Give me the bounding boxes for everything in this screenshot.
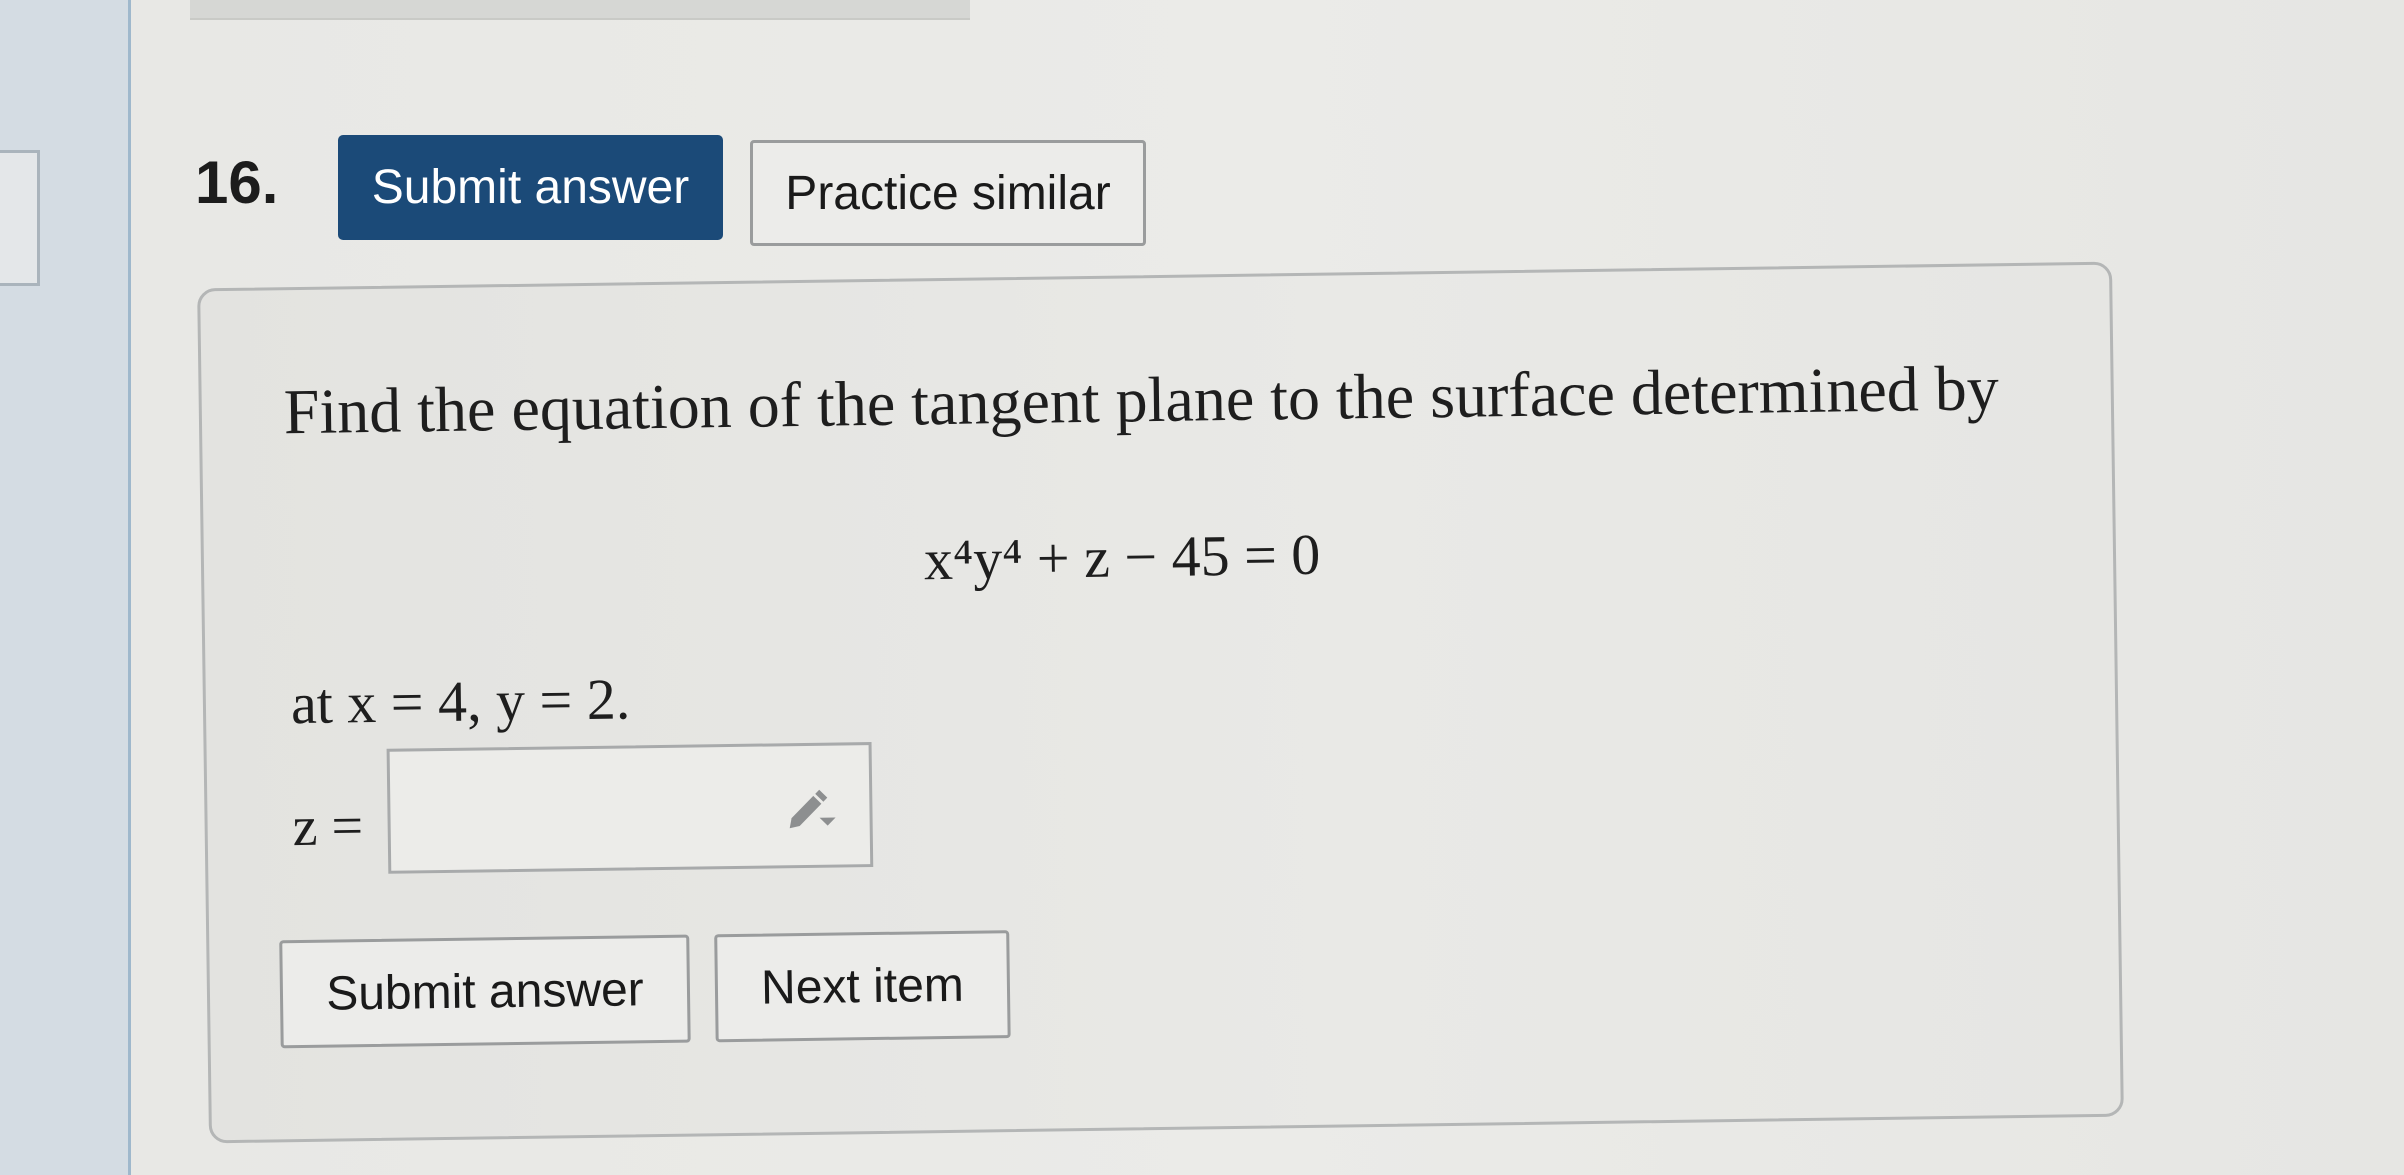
practice-similar-button[interactable]: Practice similar (750, 140, 1146, 246)
answer-label: z = (292, 795, 364, 859)
submit-answer-button-top[interactable]: Submit answer (338, 135, 723, 240)
next-item-button[interactable]: Next item (714, 930, 1011, 1043)
submit-answer-button[interactable]: Submit answer (279, 934, 691, 1049)
question-card: Find the equation of the tangent plane t… (197, 261, 2124, 1144)
left-sidebar-strip (0, 0, 131, 1175)
question-prompt: Find the equation of the tangent plane t… (283, 352, 2000, 448)
sidebar-tab[interactable] (0, 150, 40, 286)
pencil-icon[interactable] (783, 783, 840, 832)
surface-equation: x⁴y⁴ + z − 45 = 0 (923, 521, 1321, 593)
point-condition: at x = 4, y = 2. (290, 666, 631, 737)
answer-input[interactable] (386, 742, 874, 874)
question-number: 16. (195, 149, 279, 216)
top-bar (190, 0, 970, 20)
